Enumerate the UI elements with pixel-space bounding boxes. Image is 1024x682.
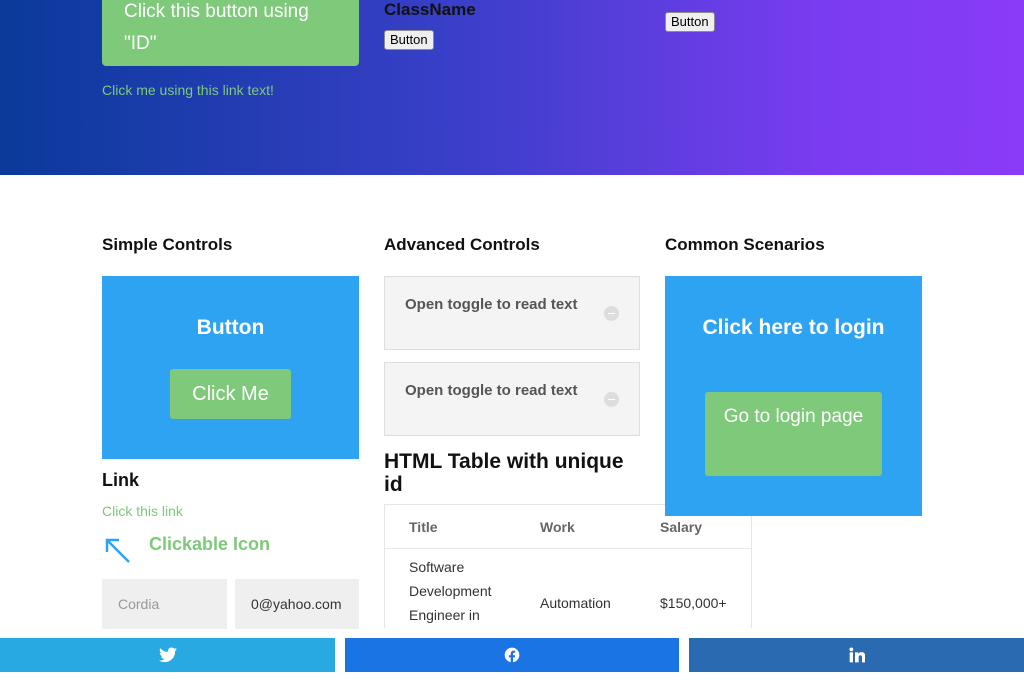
toggle-label: Open toggle to read text bbox=[405, 382, 578, 399]
classname-button[interactable]: Button bbox=[384, 30, 434, 50]
share-twitter-button[interactable] bbox=[0, 638, 335, 672]
linkedin-icon bbox=[848, 647, 865, 663]
twitter-icon bbox=[158, 647, 177, 663]
table-header-work: Work bbox=[540, 519, 575, 535]
click-me-button[interactable]: Click Me bbox=[170, 369, 291, 419]
table-header-title: Title bbox=[409, 519, 438, 535]
hero-button-right[interactable]: Button bbox=[665, 12, 715, 32]
toggle-2[interactable]: Open toggle to read text bbox=[384, 362, 640, 436]
name-field[interactable]: Cordia bbox=[102, 579, 227, 629]
button-card-title: Button bbox=[196, 316, 265, 339]
toggle-label: Open toggle to read text bbox=[405, 296, 578, 313]
collapse-icon[interactable] bbox=[604, 306, 619, 321]
share-facebook-button[interactable] bbox=[345, 638, 679, 672]
common-scenarios-heading: Common Scenarios bbox=[665, 235, 825, 254]
id-button[interactable]: Click this button using "ID" bbox=[102, 0, 359, 66]
html-table: Title Work Salary Software Development E… bbox=[384, 504, 752, 628]
email-field[interactable]: 0@yahoo.com bbox=[235, 579, 359, 629]
table-heading: HTML Table with unique id bbox=[384, 450, 624, 496]
table-cell-salary: $150,000+ bbox=[660, 595, 727, 611]
classname-heading: ClassName bbox=[384, 0, 476, 19]
table-header-salary: Salary bbox=[660, 519, 703, 535]
advanced-controls-heading: Advanced Controls bbox=[384, 235, 540, 254]
hero-section: Click this button using "ID" Click me us… bbox=[0, 0, 1024, 175]
table-cell-work: Automation bbox=[540, 595, 611, 611]
simple-controls-heading: Simple Controls bbox=[102, 235, 233, 254]
click-this-link[interactable]: Click this link bbox=[102, 503, 183, 519]
go-to-login-button[interactable]: Go to login page bbox=[705, 392, 882, 476]
link-heading: Link bbox=[102, 470, 140, 490]
login-card-title: Click here to login bbox=[702, 316, 885, 339]
table-cell-title: Software Development Engineer in bbox=[409, 559, 492, 623]
share-linkedin-button[interactable] bbox=[689, 638, 1024, 672]
toggle-1[interactable]: Open toggle to read text bbox=[384, 276, 640, 350]
arrow-up-left-icon[interactable] bbox=[103, 535, 133, 565]
link-text-link[interactable]: Click me using this link text! bbox=[102, 82, 274, 98]
collapse-icon[interactable] bbox=[604, 392, 619, 407]
table-divider bbox=[385, 548, 751, 549]
clickable-icon-label[interactable]: Clickable Icon bbox=[149, 534, 270, 555]
facebook-icon bbox=[504, 647, 520, 663]
button-card: Button Click Me bbox=[102, 276, 359, 459]
share-bar bbox=[0, 638, 1024, 672]
login-card: Click here to login Go to login page bbox=[665, 276, 922, 516]
